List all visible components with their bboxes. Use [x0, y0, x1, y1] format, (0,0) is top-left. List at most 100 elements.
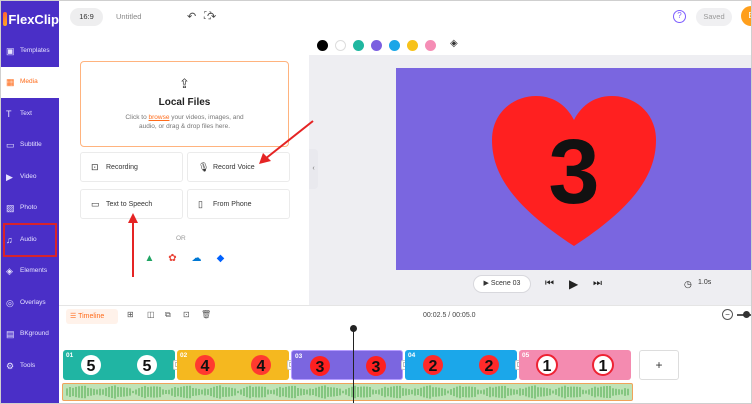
upload-icon: ⇪	[179, 76, 190, 91]
timeline-clip-03[interactable]: 03 3 3	[291, 350, 403, 380]
or-divider: OR	[176, 235, 186, 242]
collapse-panel-icon[interactable]: ‹	[309, 149, 318, 189]
browse-link[interactable]: browse	[149, 114, 170, 121]
local-files-title: Local Files	[158, 97, 211, 108]
copy-icon[interactable]: ⊡	[183, 310, 190, 319]
delete-icon[interactable]: 🗑	[201, 310, 211, 319]
flexclip-logo[interactable]: FlexClip	[3, 9, 59, 29]
timeline-clip-02[interactable]: 02 4 4	[177, 350, 289, 380]
overlays-icon: ◎	[6, 298, 14, 308]
screen-record-icon: ⊡	[91, 161, 99, 172]
from-phone-label: From Phone	[213, 200, 252, 208]
color-swatch[interactable]	[425, 40, 436, 51]
paint-bucket-icon[interactable]: ◈	[450, 38, 458, 49]
undo-icon[interactable]: ↶	[187, 10, 196, 23]
record-voice-button[interactable]: 🎙 Record Voice	[187, 152, 290, 182]
previous-icon[interactable]: ⏮	[545, 278, 554, 289]
zoom-knob[interactable]	[743, 311, 750, 318]
timeline-icon: ☰	[70, 313, 79, 320]
clip-digit: 5	[143, 358, 152, 375]
clip-thumbnail: 33	[310, 356, 386, 376]
project-title[interactable]: Untitled	[116, 12, 141, 21]
color-swatch[interactable]	[389, 40, 400, 51]
play-icon[interactable]: ▶	[569, 277, 578, 291]
audio-track[interactable]	[62, 383, 633, 401]
clip-digit: 3	[316, 359, 325, 376]
heart-graphic: 3	[492, 96, 656, 246]
local-files-dropzone[interactable]: ⇪ Local Files Click to browse your video…	[80, 61, 289, 147]
color-swatch[interactable]	[317, 40, 328, 51]
timeline-toggle[interactable]: ☰ Timeline	[66, 309, 118, 324]
sidebar-item-text[interactable]: T Text	[1, 99, 59, 130]
photo-icon: ▨	[6, 203, 15, 213]
video-icon: ▶	[6, 172, 13, 182]
top-bar: 16:9 Untitled ↶ ↷ ? Saved E	[59, 1, 751, 35]
timeline-clip-05[interactable]: 05 1 1	[519, 350, 631, 380]
preview-stage[interactable]: 3	[396, 68, 751, 270]
sidebar-item-label: BKground	[20, 330, 49, 337]
clip-digit: 4	[257, 358, 266, 375]
sidebar-item-label: Subtitle	[20, 141, 42, 148]
sidebar-item-subtitle[interactable]: ▭ Subtitle	[1, 130, 59, 161]
sidebar-item-label: Tools	[20, 362, 36, 369]
next-icon[interactable]: ⏭	[593, 278, 602, 289]
sidebar-item-video[interactable]: ▶ Video	[1, 162, 59, 193]
sidebar-item-photo[interactable]: ▨ Photo	[1, 193, 59, 224]
record-voice-label: Record Voice	[213, 163, 255, 171]
onedrive-icon[interactable]: ☁	[191, 253, 202, 264]
audio-highlight-box	[3, 223, 57, 257]
preview-number: 3	[548, 121, 599, 223]
timeline-label: Timeline	[78, 313, 105, 320]
color-swatch[interactable]	[371, 40, 382, 51]
sidebar-item-label: Templates	[20, 47, 50, 54]
media-icon: ▦	[6, 77, 15, 87]
google-drive-icon[interactable]: ▲	[144, 253, 155, 264]
split-icon[interactable]: ◫	[147, 310, 155, 319]
sidebar-item-label: Text	[20, 110, 32, 117]
sidebar-item-bkground[interactable]: ▤ BKground	[1, 319, 59, 350]
color-swatch[interactable]	[335, 40, 346, 51]
clip-thumbnail: 11	[536, 354, 614, 376]
scene-selector[interactable]: ▶ Scene 03	[473, 275, 531, 293]
add-clip-button[interactable]: +	[639, 350, 679, 380]
aspect-ratio-button[interactable]: 16:9	[70, 8, 103, 26]
add-scene-icon[interactable]: ⊞	[127, 310, 134, 319]
google-photos-icon[interactable]: ✿	[167, 253, 178, 264]
playhead[interactable]	[353, 329, 354, 403]
sidebar-item-label: Overlays	[20, 299, 46, 306]
scene-duration[interactable]: 1.0s	[698, 279, 711, 286]
zoom-out-icon[interactable]: −	[722, 309, 733, 320]
sidebar-item-label: Media	[20, 78, 38, 85]
clip-thumbnail: 22	[423, 355, 499, 375]
audio-waveform	[66, 385, 629, 399]
sidebar-item-label: Elements	[20, 267, 48, 274]
help-icon[interactable]: ?	[673, 10, 686, 23]
sidebar-item-overlays[interactable]: ◎ Overlays	[1, 288, 59, 319]
clip-digit: 2	[485, 358, 494, 375]
sidebar-item-elements[interactable]: ◈ Elements	[1, 256, 59, 287]
color-swatch[interactable]	[407, 40, 418, 51]
clock-icon: ◷	[684, 279, 692, 289]
sidebar-item-tools[interactable]: ⚙ Tools	[1, 351, 59, 382]
tools-icon: ⚙	[6, 361, 15, 371]
text-to-speech-button[interactable]: ▭ Text to Speech	[80, 189, 183, 219]
clip-digit: 1	[599, 358, 608, 375]
scene-label: Scene 03	[490, 280, 521, 287]
recording-button[interactable]: ⊡ Recording	[80, 152, 183, 182]
timeline-clip-01[interactable]: 01 5 5	[63, 350, 175, 380]
sidebar-item-media[interactable]: ▦ Media	[1, 67, 59, 98]
color-swatch[interactable]	[353, 40, 364, 51]
from-phone-button[interactable]: ▯ From Phone	[187, 189, 290, 219]
playhead-knob[interactable]	[350, 325, 357, 332]
sidebar-item-templates[interactable]: ▣ Templates	[1, 36, 59, 67]
dropbox-icon[interactable]: ◆	[215, 253, 226, 264]
sidebar-item-label: Video	[20, 173, 37, 180]
timeline-clip-04[interactable]: 04 2 2	[405, 350, 517, 380]
phone-icon: ▯	[198, 198, 203, 209]
timeline-header: ☰ Timeline ⊞ ◫ ⧉ ⊡ 🗑 00:02.5 / 00:05.0 −	[59, 305, 751, 325]
microphone-icon: 🎙	[198, 161, 210, 172]
duplicate-icon[interactable]: ⧉	[165, 310, 171, 320]
saved-status: Saved	[696, 8, 732, 26]
avatar[interactable]: E	[741, 6, 751, 26]
expand-icon[interactable]: ⛶	[204, 11, 211, 22]
